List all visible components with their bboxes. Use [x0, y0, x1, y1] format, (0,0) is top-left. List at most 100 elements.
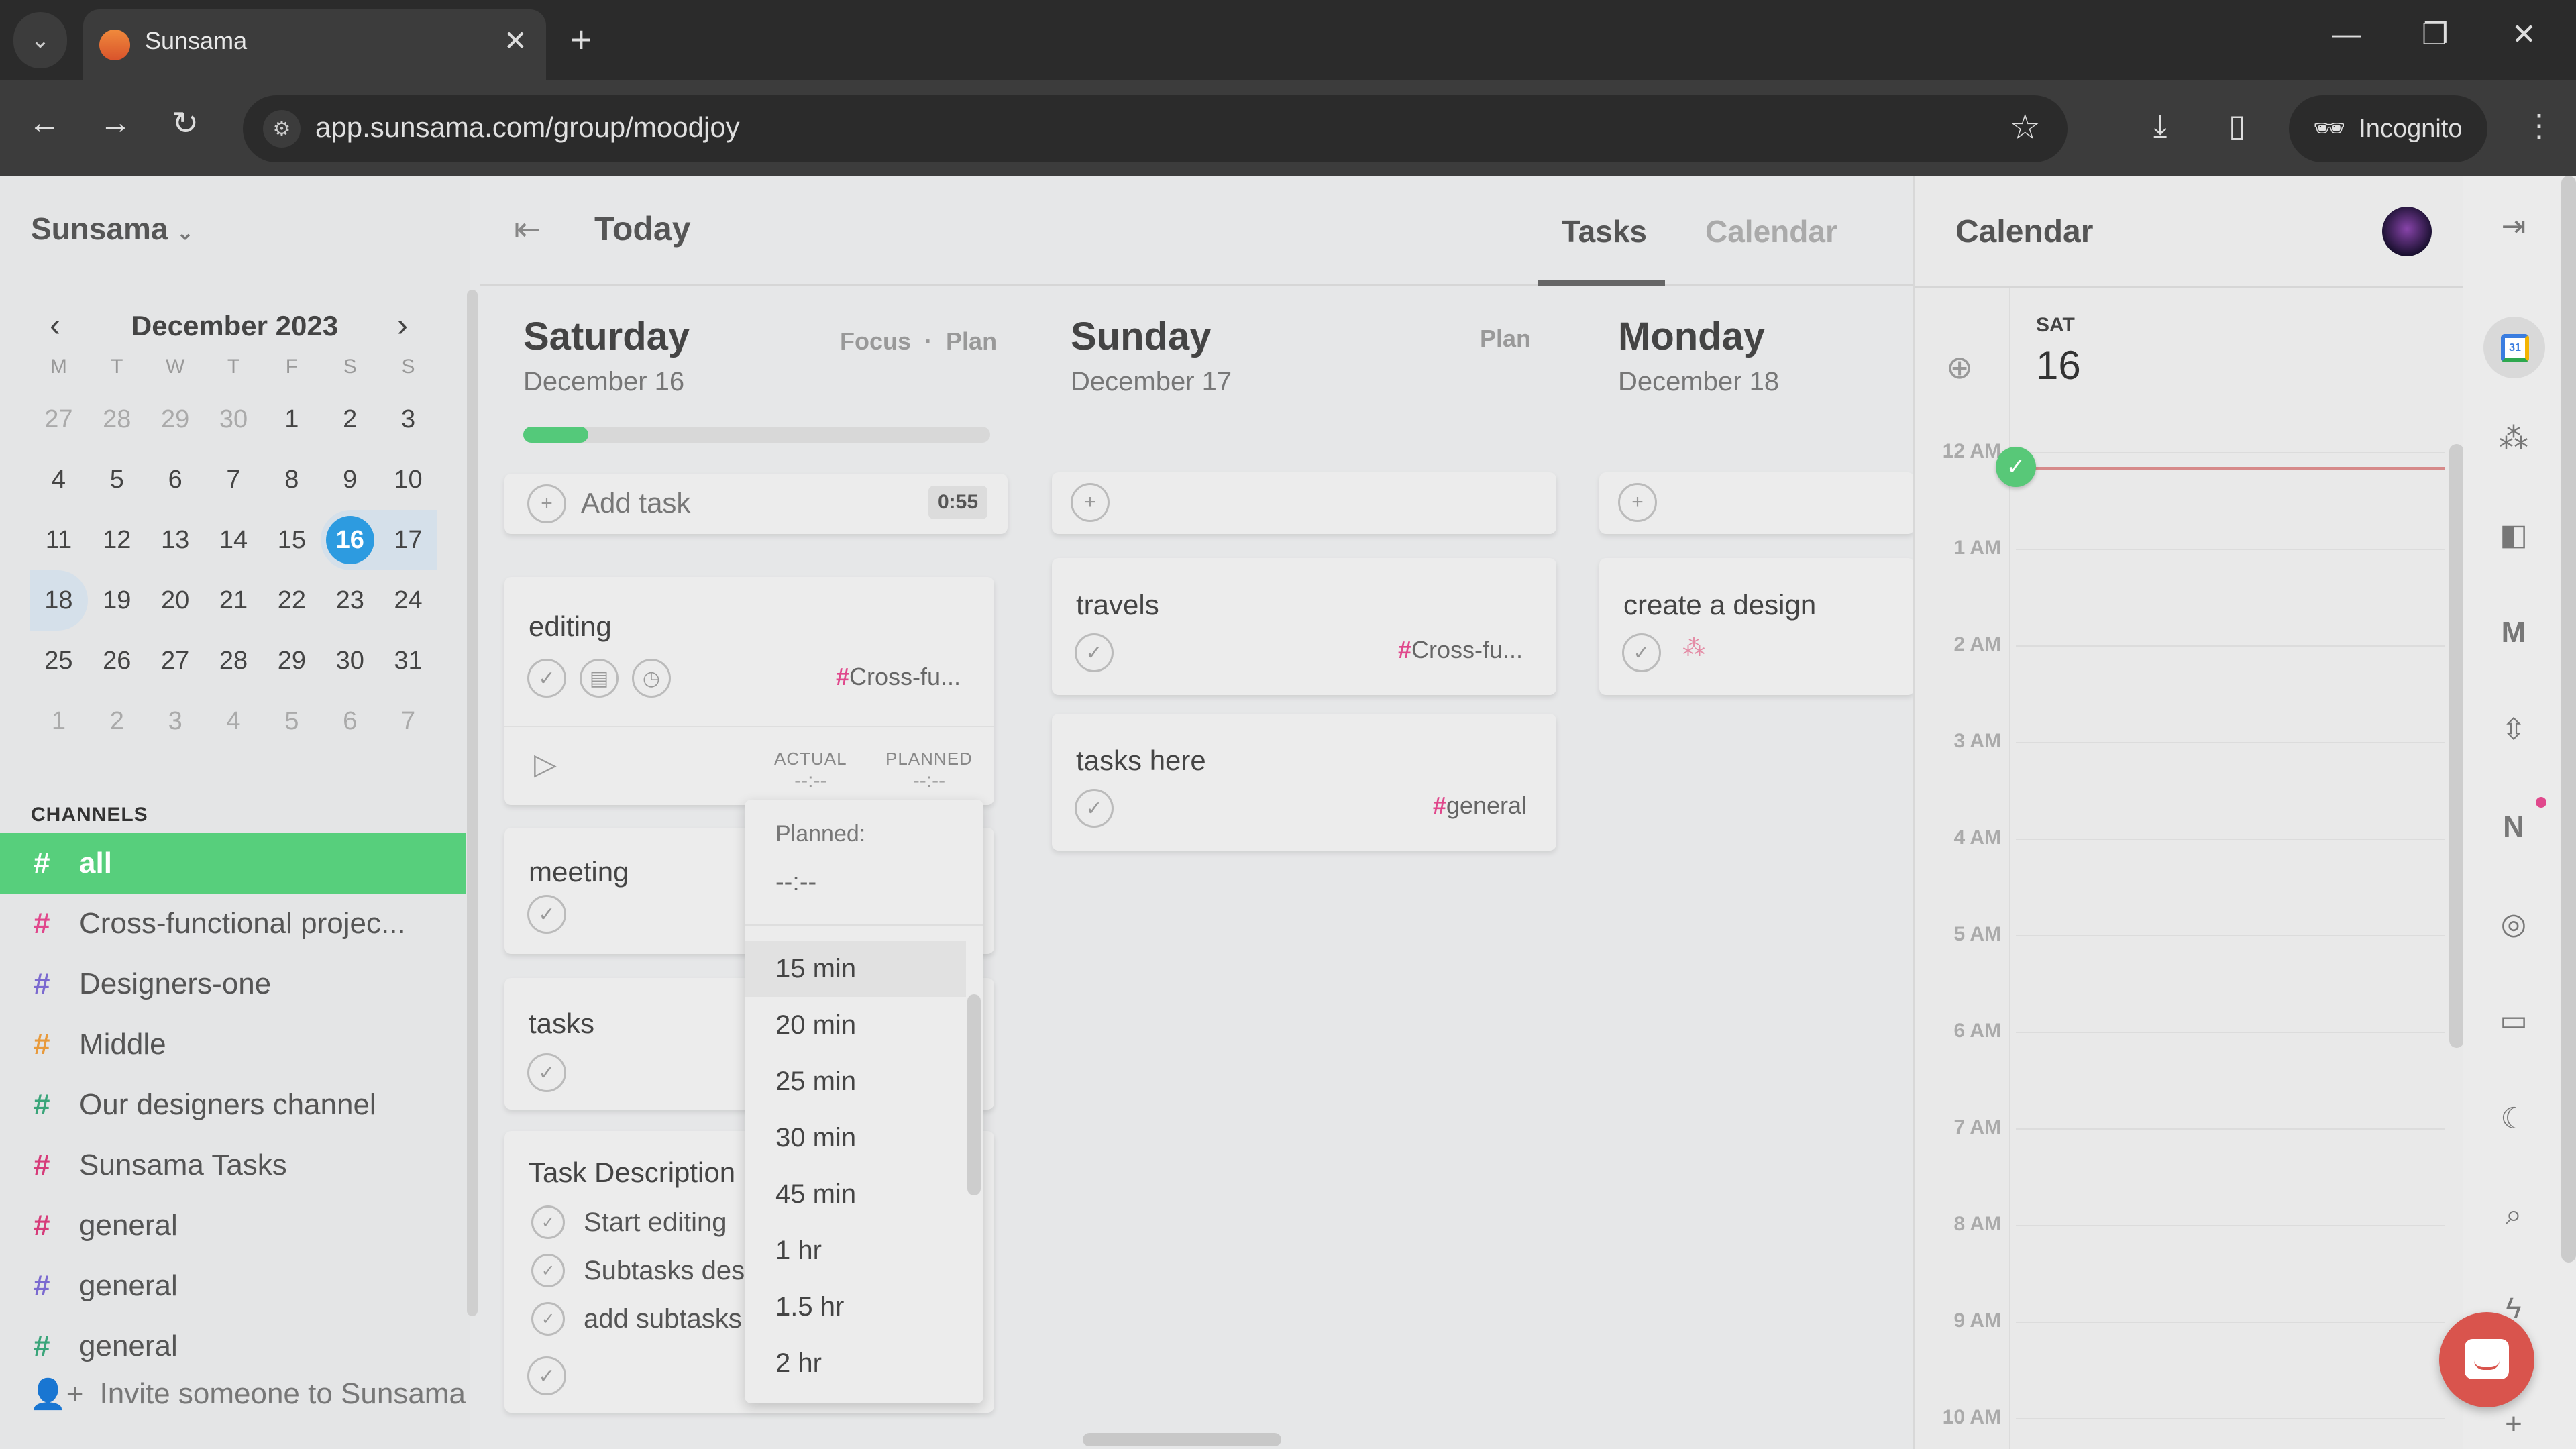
page-scrollbar[interactable]: [2561, 176, 2576, 1263]
planned-time[interactable]: PLANNED --:--: [885, 749, 973, 792]
target-icon[interactable]: ◎: [2463, 907, 2564, 941]
calendar-day[interactable]: 27: [146, 631, 205, 691]
collapse-panel-icon[interactable]: ⇥: [2463, 209, 2564, 244]
calendar-day[interactable]: 6: [146, 449, 205, 510]
focus-link[interactable]: Focus: [840, 327, 911, 355]
sidebar-scrollbar[interactable]: [467, 290, 478, 1316]
channel-item[interactable]: # Our designers channel: [0, 1075, 466, 1135]
calendar-day[interactable]: 19: [88, 570, 146, 631]
reload-icon[interactable]: ↻: [172, 105, 199, 142]
night-mode-icon[interactable]: ☾: [2463, 1102, 2564, 1136]
calendar-day[interactable]: 1: [262, 389, 321, 449]
window-close-icon[interactable]: ✕: [2512, 17, 2536, 52]
forward-icon[interactable]: →: [99, 105, 131, 142]
task-card-travels[interactable]: travels ✓ #Cross-fu...: [1052, 558, 1556, 695]
tab-tasks[interactable]: Tasks: [1562, 213, 1647, 250]
channel-tag[interactable]: #Cross-fu...: [836, 663, 961, 691]
channel-item[interactable]: # all: [0, 833, 466, 894]
calendar-day[interactable]: 28: [88, 389, 146, 449]
calendar-day[interactable]: 6: [321, 691, 379, 751]
duration-option[interactable]: 30 min: [745, 1110, 966, 1166]
side-panel-icon[interactable]: ▯: [2229, 107, 2245, 144]
calendar-day[interactable]: 25: [30, 631, 88, 691]
subtask-checkbox[interactable]: ✓: [531, 1302, 565, 1336]
add-task-button[interactable]: + Add task 0:55: [504, 474, 1008, 534]
complete-checkbox[interactable]: ✓: [527, 1053, 566, 1092]
user-avatar[interactable]: [2382, 207, 2432, 256]
channel-item[interactable]: # general: [0, 1256, 466, 1316]
linear-icon[interactable]: ⇳: [2463, 712, 2564, 747]
clock-icon[interactable]: ◷: [632, 659, 671, 698]
calendar-day[interactable]: 3: [379, 389, 437, 449]
channel-item[interactable]: # Sunsama Tasks: [0, 1135, 466, 1195]
add-task-button[interactable]: +: [1599, 472, 1915, 534]
restore-icon[interactable]: ❐: [2422, 17, 2448, 52]
calendar-day[interactable]: 7: [205, 449, 263, 510]
collapse-sidebar-icon[interactable]: ⇤: [514, 211, 541, 248]
search-icon[interactable]: ⌕: [2463, 1198, 2564, 1232]
channel-tag[interactable]: #Cross-fu...: [1398, 636, 1523, 664]
duration-option[interactable]: 20 min: [745, 997, 966, 1053]
close-tab-icon[interactable]: ✕: [504, 24, 527, 57]
calendar-day[interactable]: 10: [379, 449, 437, 510]
play-timer-icon[interactable]: ▷: [534, 747, 557, 782]
support-chat-button[interactable]: [2439, 1312, 2534, 1407]
subtask-item[interactable]: ✓ add subtasks: [531, 1295, 745, 1343]
calendar-day[interactable]: 21: [205, 570, 263, 631]
subtask-item[interactable]: ✓ Start editing: [531, 1198, 745, 1246]
browser-menu-icon[interactable]: ⋮: [2524, 107, 2555, 144]
duration-option[interactable]: 45 min: [745, 1166, 966, 1222]
calendar-day[interactable]: 27: [30, 389, 88, 449]
calendar-day[interactable]: 2: [88, 691, 146, 751]
current-time-check-icon[interactable]: ✓: [1996, 447, 2036, 487]
calendar-day[interactable]: 12: [88, 510, 146, 570]
duration-option[interactable]: 15 min: [745, 941, 966, 997]
calendar-day[interactable]: 29: [146, 389, 205, 449]
calendar-day[interactable]: 9: [321, 449, 379, 510]
calendar-day[interactable]: 5: [88, 449, 146, 510]
notion-icon[interactable]: N: [2463, 810, 2564, 844]
plan-link[interactable]: Plan: [1480, 325, 1531, 353]
channel-item[interactable]: # general: [0, 1316, 466, 1377]
channel-item[interactable]: # Middle: [0, 1014, 466, 1075]
asana-icon[interactable]: ⁂: [2463, 421, 2564, 455]
horizontal-scrollbar[interactable]: [1083, 1433, 1281, 1446]
calendar-day[interactable]: 8: [262, 449, 321, 510]
workspace-switcher[interactable]: Sunsama ⌄: [31, 211, 193, 247]
calendar-day[interactable]: 4: [205, 691, 263, 751]
add-task-button[interactable]: +: [1052, 472, 1556, 534]
channel-tag[interactable]: #general: [1433, 792, 1527, 820]
calendar-day[interactable]: 28: [205, 631, 263, 691]
duration-option[interactable]: 1 hr: [745, 1222, 966, 1279]
task-card-create-a-design[interactable]: create a design ✓ ⁂: [1599, 558, 1915, 695]
complete-checkbox[interactable]: ✓: [527, 1356, 566, 1395]
calendar-day[interactable]: 26: [88, 631, 146, 691]
invite-button[interactable]: 👤+ Invite someone to Sunsama: [30, 1377, 466, 1411]
tab-search-button[interactable]: ⌄: [13, 12, 67, 68]
next-month-icon[interactable]: ›: [397, 307, 408, 344]
add-integration-icon[interactable]: +: [2463, 1407, 2564, 1441]
calendar-day[interactable]: 15: [262, 510, 321, 570]
calendar-day[interactable]: 18: [30, 570, 88, 631]
calendar-day[interactable]: 3: [146, 691, 205, 751]
back-icon[interactable]: ←: [28, 105, 60, 142]
calendar-icon[interactable]: ▤: [580, 659, 619, 698]
calendar-day[interactable]: 20: [146, 570, 205, 631]
complete-checkbox[interactable]: ✓: [1075, 633, 1114, 672]
gmail-icon[interactable]: M: [2463, 616, 2564, 649]
calendar-day[interactable]: 29: [262, 631, 321, 691]
minimize-icon[interactable]: —: [2332, 17, 2361, 51]
complete-checkbox[interactable]: ✓: [527, 895, 566, 934]
calendar-day[interactable]: 1: [30, 691, 88, 751]
address-bar[interactable]: ⚙ app.sunsama.com/group/moodjoy ☆: [243, 95, 2068, 162]
calendar-day[interactable]: 11: [30, 510, 88, 570]
site-info-icon[interactable]: ⚙: [263, 110, 301, 148]
complete-checkbox[interactable]: ✓: [527, 659, 566, 698]
complete-checkbox[interactable]: ✓: [1075, 789, 1114, 828]
planned-time-input[interactable]: --:--: [775, 868, 816, 897]
calendar-day[interactable]: 7: [379, 691, 437, 751]
duration-option[interactable]: 2 hr: [745, 1335, 966, 1391]
subtask-checkbox[interactable]: ✓: [531, 1254, 565, 1287]
download-icon[interactable]: ⤓: [2153, 107, 2167, 145]
calendar-day[interactable]: 5: [262, 691, 321, 751]
